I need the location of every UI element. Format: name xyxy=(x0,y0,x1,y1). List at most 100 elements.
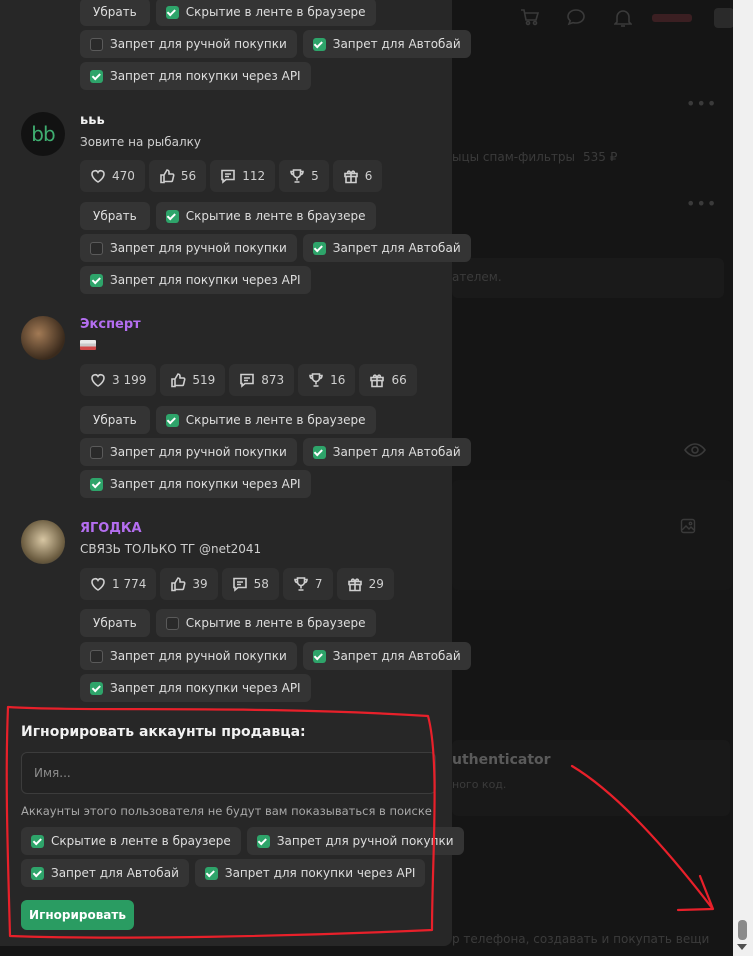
balance-badge xyxy=(652,14,692,22)
checkbox-icon[interactable] xyxy=(312,37,326,51)
avatar[interactable] xyxy=(714,8,734,28)
ignore-modal: Убрать Скрытие в ленте в браузере Запрет… xyxy=(0,0,471,946)
checkbox-hide-feed[interactable]: Скрытие в ленте в браузере xyxy=(155,609,376,637)
checkbox-icon[interactable] xyxy=(90,681,103,695)
checkbox-icon[interactable] xyxy=(165,5,179,19)
stat-value: 873 xyxy=(261,373,285,387)
username[interactable]: ЯГОДКА xyxy=(80,521,142,536)
checkbox-manual-buy[interactable]: Запрет для ручной покупки xyxy=(80,30,297,58)
checkbox-hide-feed[interactable]: Скрытие в ленте в браузере xyxy=(155,202,376,230)
thumbs-up-icon xyxy=(171,577,186,592)
checkbox-hide-feed[interactable]: Скрытие в ленте в браузере xyxy=(155,406,376,434)
scrollbar[interactable] xyxy=(733,0,753,956)
thumbs-up-icon xyxy=(171,373,186,388)
checkbox-api-buy[interactable]: Запрет для покупки через API xyxy=(80,62,311,90)
checkbox-icon[interactable] xyxy=(204,866,218,880)
username[interactable]: Эксперт xyxy=(80,317,141,332)
heart-icon xyxy=(91,578,105,591)
stat-value: 112 xyxy=(242,169,266,183)
scroll-down-arrow[interactable] xyxy=(737,944,747,950)
checkbox-icon[interactable] xyxy=(31,834,44,848)
checkbox-label: Запрет для Автобай xyxy=(332,649,461,663)
cart-icon[interactable] xyxy=(520,8,540,31)
more-icon[interactable]: ••• xyxy=(686,194,717,213)
checkbox-icon[interactable] xyxy=(165,413,179,427)
remove-button[interactable]: Убрать xyxy=(80,609,150,637)
checkbox-icon[interactable] xyxy=(312,649,326,663)
name-input[interactable] xyxy=(21,752,436,794)
ignore-button[interactable]: Игнорировать xyxy=(21,900,134,930)
bg-price: 535 ₽ xyxy=(583,150,618,164)
checkbox-icon[interactable] xyxy=(90,477,103,491)
stat-value: 470 xyxy=(112,169,135,183)
checkbox-icon[interactable] xyxy=(90,649,103,663)
more-icon[interactable]: ••• xyxy=(686,94,717,113)
checkbox-autobuy[interactable]: Запрет для Автобай xyxy=(302,438,471,466)
checkbox-api-buy[interactable]: Запрет для покупки через API xyxy=(80,470,311,498)
comments-stat: 873 xyxy=(229,364,295,396)
checkbox-api-buy[interactable]: Запрет для покупки через API xyxy=(194,859,426,887)
remove-button[interactable]: Убрать xyxy=(80,406,150,434)
avatar[interactable] xyxy=(21,316,65,360)
checkbox-icon[interactable] xyxy=(165,616,179,630)
bg-bottom-text: р телефона, создавать и покупать вещи xyxy=(452,932,710,946)
bell-icon[interactable] xyxy=(613,8,633,33)
checkbox-autobuy[interactable]: Запрет для Автобай xyxy=(21,859,189,887)
username[interactable]: ььь xyxy=(80,113,105,128)
user-stats: 1 774 39 58 7 29 xyxy=(80,568,394,600)
checkbox-icon[interactable] xyxy=(90,241,103,255)
ignore-description: Аккаунты этого пользователя не будут вам… xyxy=(21,804,432,818)
avatar[interactable]: bb xyxy=(21,112,65,156)
checkbox-autobuy[interactable]: Запрет для Автобай xyxy=(302,234,471,262)
checkbox-icon[interactable] xyxy=(90,273,103,287)
chat-icon[interactable] xyxy=(566,8,586,31)
checkbox-manual-buy[interactable]: Запрет для ручной покупки xyxy=(80,438,297,466)
checkbox-label: Запрет для покупки через API xyxy=(110,273,301,287)
user-actions-row: Убрать Скрытие в ленте в браузере xyxy=(80,0,376,26)
comment-icon xyxy=(232,577,247,592)
comment-icon xyxy=(240,373,255,388)
remove-button[interactable]: Убрать xyxy=(80,0,150,26)
checkbox-icon[interactable] xyxy=(165,209,179,223)
eye-icon[interactable] xyxy=(684,442,706,463)
checkbox-autobuy[interactable]: Запрет для Автобай xyxy=(302,642,471,670)
checkbox-icon[interactable] xyxy=(312,445,326,459)
thumbs-stat: 56 xyxy=(148,160,207,192)
checkbox-hide-feed[interactable]: Скрытие в ленте в браузере xyxy=(21,827,241,855)
user-stats: 3 199 519 873 16 66 xyxy=(80,364,417,396)
gift-stat: 66 xyxy=(359,364,417,396)
remove-label: Убрать xyxy=(93,5,137,19)
checkbox-icon[interactable] xyxy=(90,37,103,51)
user-actions-row: Убрать Скрытие в ленте в браузере xyxy=(80,202,376,230)
checkbox-icon[interactable] xyxy=(256,834,270,848)
likes-stat: 3 199 xyxy=(80,364,157,396)
stat-value: 6 xyxy=(364,169,373,183)
user-actions-row: Запрет для покупки через API xyxy=(80,62,311,90)
bg-buyer-text: ателем. xyxy=(452,270,502,284)
checkbox-api-buy[interactable]: Запрет для покупки через API xyxy=(80,674,311,702)
checkbox-manual-buy[interactable]: Запрет для ручной покупки xyxy=(246,827,464,855)
checkbox-manual-buy[interactable]: Запрет для ручной покупки xyxy=(80,234,297,262)
stat-value: 39 xyxy=(192,577,208,591)
trophy-icon xyxy=(290,169,304,183)
checkbox-icon[interactable] xyxy=(90,69,103,83)
likes-stat: 1 774 xyxy=(80,568,157,600)
checkbox-icon[interactable] xyxy=(312,241,326,255)
checkbox-api-buy[interactable]: Запрет для покупки через API xyxy=(80,266,311,294)
gift-stat: 29 xyxy=(336,568,394,600)
checkbox-autobuy[interactable]: Запрет для Автобай xyxy=(302,30,471,58)
remove-label: Убрать xyxy=(93,616,137,630)
avatar[interactable] xyxy=(21,520,65,564)
checkbox-label: Запрет для ручной покупки xyxy=(110,37,287,51)
checkbox-icon[interactable] xyxy=(90,445,103,459)
scrollbar-thumb[interactable] xyxy=(738,920,747,940)
checkbox-hide-feed[interactable]: Скрытие в ленте в браузере xyxy=(155,0,376,26)
thumbs-stat: 519 xyxy=(160,364,226,396)
trophy-stat: 5 xyxy=(279,160,329,192)
thumbs-stat: 39 xyxy=(160,568,218,600)
trophy-stat: 7 xyxy=(282,568,333,600)
remove-button[interactable]: Убрать xyxy=(80,202,150,230)
checkbox-manual-buy[interactable]: Запрет для ручной покупки xyxy=(80,642,297,670)
comments-stat: 58 xyxy=(221,568,279,600)
checkbox-icon[interactable] xyxy=(31,866,44,880)
